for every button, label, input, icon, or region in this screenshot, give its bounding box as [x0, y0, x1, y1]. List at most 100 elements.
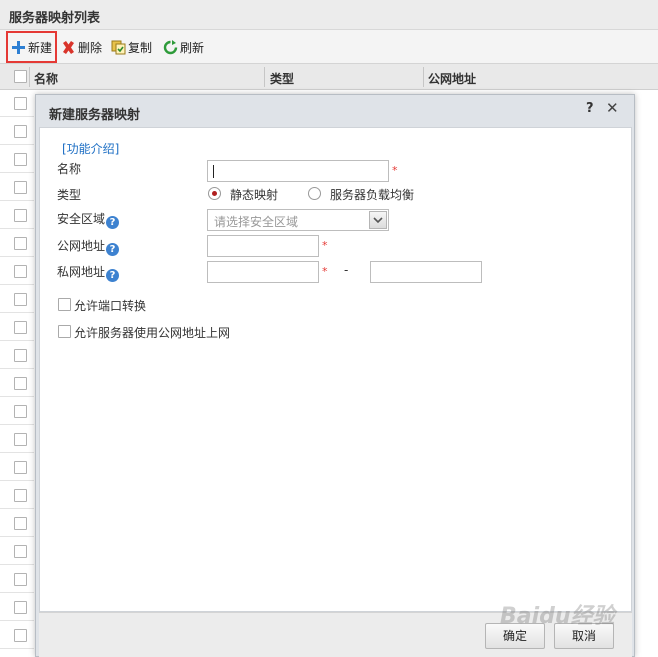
row-checkbox[interactable] [14, 629, 27, 642]
column-header-name[interactable]: 名称 [34, 64, 58, 90]
row-checkbox[interactable] [14, 573, 27, 586]
security-zone-label-text: 安全区域 [57, 212, 106, 226]
chevron-down-icon[interactable] [369, 211, 387, 229]
public-address-label: 公网地址? [57, 237, 120, 256]
name-input[interactable] [207, 160, 389, 182]
public-address-input[interactable] [207, 235, 319, 257]
copy-button[interactable]: 复制 [111, 36, 152, 58]
table-row[interactable] [0, 510, 34, 537]
security-zone-select[interactable]: 请选择安全区域 [207, 209, 389, 231]
row-checkbox[interactable] [14, 97, 27, 110]
type-static-radio[interactable] [208, 187, 221, 200]
row-checkbox[interactable] [14, 265, 27, 278]
row-checkbox[interactable] [14, 349, 27, 362]
public-address-label-text: 公网地址 [57, 239, 106, 253]
private-address-start-input[interactable] [207, 261, 319, 283]
table-row[interactable] [0, 146, 34, 173]
row-checkbox[interactable] [14, 237, 27, 250]
question-icon[interactable]: ? [106, 216, 120, 229]
table-row[interactable] [0, 258, 34, 285]
security-zone-placeholder: 请选择安全区域 [214, 215, 299, 229]
panel-title: 服务器映射列表 [0, 0, 658, 30]
ok-button[interactable]: 确定 [485, 623, 545, 649]
delete-x-icon [63, 40, 74, 54]
row-checkbox[interactable] [14, 545, 27, 558]
row-checkbox[interactable] [14, 293, 27, 306]
select-all-checkbox[interactable] [14, 70, 27, 83]
table-row[interactable] [0, 454, 34, 481]
allow-public-access-checkbox[interactable] [58, 325, 71, 338]
row-checkbox[interactable] [14, 377, 27, 390]
row-checkbox[interactable] [14, 433, 27, 446]
delete-button[interactable]: 删除 [61, 36, 102, 58]
row-checkbox[interactable] [14, 209, 27, 222]
grid-header: 名称 类型 公网地址 [0, 64, 658, 90]
row-checkbox[interactable] [14, 405, 27, 418]
table-row[interactable] [0, 370, 34, 397]
required-mark: * [322, 239, 328, 252]
port-translate-checkbox[interactable] [58, 298, 71, 311]
toolbar: 新建 删除 复制 刷新 [0, 30, 658, 64]
table-row[interactable] [0, 90, 34, 117]
question-icon[interactable]: ? [106, 269, 120, 282]
text-caret [213, 165, 214, 178]
required-mark: * [322, 265, 328, 278]
row-checkbox[interactable] [14, 517, 27, 530]
cancel-button[interactable]: 取消 [554, 623, 614, 649]
port-translate-label[interactable]: 允许端口转换 [74, 297, 146, 314]
delete-button-label: 删除 [78, 40, 103, 55]
allow-public-access-label[interactable]: 允许服务器使用公网地址上网 [74, 324, 230, 341]
table-row[interactable] [0, 566, 34, 593]
private-address-label: 私网地址? [57, 263, 120, 282]
row-checkbox[interactable] [14, 125, 27, 138]
private-address-end-input[interactable] [370, 261, 482, 283]
row-checkbox[interactable] [14, 321, 27, 334]
row-checkbox[interactable] [14, 181, 27, 194]
table-row[interactable] [0, 398, 34, 425]
column-header-type[interactable]: 类型 [270, 64, 294, 90]
dialog-footer: 确定 取消 [39, 612, 632, 657]
column-divider [423, 67, 424, 87]
type-loadbalance-label[interactable]: 服务器负载均衡 [330, 186, 414, 203]
type-loadbalance-radio[interactable] [308, 187, 321, 200]
plus-icon [12, 40, 25, 54]
question-icon[interactable]: ? [106, 243, 120, 256]
range-separator: - [344, 263, 349, 277]
column-header-public-address[interactable]: 公网地址 [428, 64, 476, 90]
table-row[interactable] [0, 174, 34, 201]
column-divider [264, 67, 265, 87]
private-address-label-text: 私网地址 [57, 265, 106, 279]
table-row[interactable] [0, 594, 34, 621]
row-checkbox[interactable] [14, 489, 27, 502]
security-zone-label: 安全区域? [57, 210, 120, 229]
type-label: 类型 [57, 188, 82, 202]
required-mark: * [392, 164, 398, 177]
table-row[interactable] [0, 202, 34, 229]
table-row[interactable] [0, 230, 34, 257]
column-divider [29, 67, 30, 87]
new-button[interactable]: 新建 [6, 31, 57, 63]
refresh-button[interactable]: 刷新 [163, 36, 204, 58]
dialog-title: 新建服务器映射 [49, 108, 141, 123]
table-row[interactable] [0, 538, 34, 565]
table-row[interactable] [0, 314, 34, 341]
new-server-mapping-dialog: 新建服务器映射 ? ✕ [功能介绍] 名称 * 类型 静态映射 服务器负载均衡 … [35, 94, 635, 657]
feature-intro-link[interactable]: [功能介绍] [62, 140, 119, 157]
row-checkbox[interactable] [14, 601, 27, 614]
close-icon[interactable]: ✕ [606, 99, 619, 117]
copy-icon [111, 40, 126, 54]
table-row[interactable] [0, 622, 34, 649]
table-row[interactable] [0, 482, 34, 509]
row-checkbox[interactable] [14, 153, 27, 166]
name-label: 名称 [57, 162, 82, 176]
table-row[interactable] [0, 426, 34, 453]
new-button-label: 新建 [28, 40, 53, 55]
help-icon[interactable]: ? [586, 101, 594, 116]
row-checkbox[interactable] [14, 461, 27, 474]
table-row[interactable] [0, 118, 34, 145]
table-row[interactable] [0, 286, 34, 313]
dialog-body: [功能介绍] 名称 * 类型 静态映射 服务器负载均衡 安全区域? 请选择安全区… [39, 127, 632, 612]
table-row[interactable] [0, 342, 34, 369]
type-static-label[interactable]: 静态映射 [230, 186, 278, 203]
refresh-icon [163, 39, 178, 54]
